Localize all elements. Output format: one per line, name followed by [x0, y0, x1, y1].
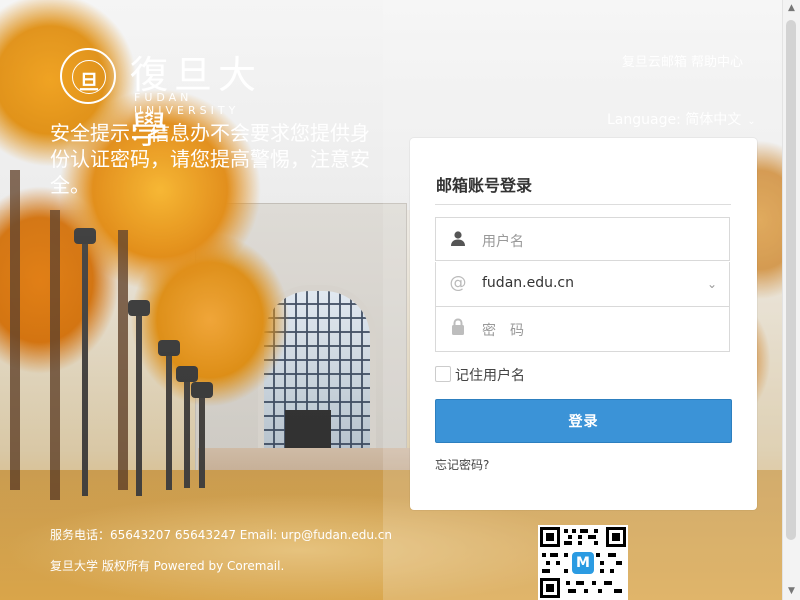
domain-field[interactable]: @ fudan.edu.cn ⌄	[435, 262, 730, 307]
university-logo: 旦 復旦大學 FUDAN UNIVERSITY	[60, 42, 280, 152]
top-links-text[interactable]: 复旦云邮箱 帮助中心	[622, 55, 743, 70]
seal-icon: 旦	[60, 48, 116, 104]
chevron-down-icon[interactable]: ⌄	[747, 116, 755, 127]
login-title: 邮箱账号登录	[436, 176, 533, 195]
remember-label[interactable]: 记住用户名	[455, 368, 525, 384]
qr-center-label: M	[576, 555, 590, 571]
vertical-scrollbar[interactable]: ▲ ▼	[782, 0, 800, 600]
language-selector[interactable]: Language: 简体中文 ⌄	[607, 109, 756, 129]
user-icon	[448, 229, 468, 249]
password-input[interactable]: 密 码	[482, 320, 524, 340]
remember-checkbox[interactable]	[435, 366, 451, 382]
forgot-password-link[interactable]: 忘记密码?	[435, 456, 489, 473]
seal-text: 旦	[79, 70, 99, 94]
domain-select[interactable]: fudan.edu.cn	[482, 275, 574, 291]
password-field[interactable]: 密 码	[435, 307, 730, 352]
chevron-down-icon[interactable]: ⌄	[707, 277, 717, 291]
lock-icon	[448, 318, 468, 338]
language-label[interactable]: Language: 简体中文	[607, 112, 741, 128]
service-contact: 服务电话：65643207 65643247 Email: urp@fudan.…	[50, 528, 392, 542]
username-field[interactable]: 用户名	[435, 217, 730, 261]
title-divider	[435, 204, 731, 205]
username-input[interactable]: 用户名	[482, 231, 524, 251]
copyright: 复旦大学 版权所有 Powered by Coremail.	[50, 559, 285, 573]
security-tip: 安全提示：信息办不会要求您提供身份认证密码，请您提高警惕，注意安全。	[50, 121, 370, 197]
scroll-down-arrow-icon[interactable]: ▼	[783, 583, 800, 600]
login-button[interactable]: 登录	[435, 399, 732, 443]
scroll-up-arrow-icon[interactable]: ▲	[783, 0, 800, 17]
qr-code: M	[538, 525, 628, 600]
login-panel: 邮箱账号登录 用户名 @ fudan.edu.cn ⌄ 密 码 记住用户名 登录…	[410, 138, 757, 510]
scrollbar-thumb[interactable]	[786, 20, 796, 540]
top-links[interactable]: 复旦云邮箱 帮助中心	[622, 51, 743, 70]
at-icon: @	[449, 273, 467, 293]
logo-subtitle: FUDAN UNIVERSITY	[134, 91, 240, 117]
remember-username[interactable]: 记住用户名	[435, 365, 525, 385]
